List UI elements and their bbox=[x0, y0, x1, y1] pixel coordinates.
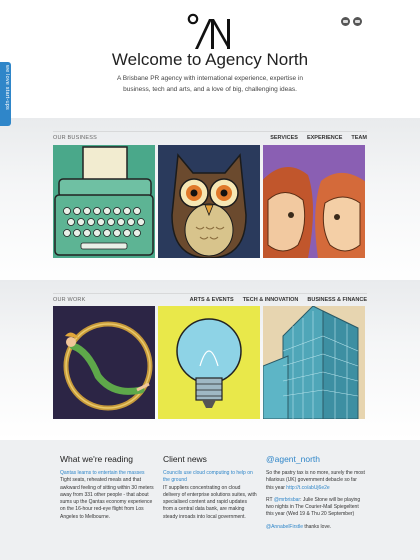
business-nav: SERVICES EXPERIENCE TEAM bbox=[270, 135, 367, 141]
tagline: A Brisbane PR agency with international … bbox=[116, 75, 304, 93]
nav-tech-innovation[interactable]: TECH & INNOVATION bbox=[243, 297, 299, 303]
site-header: Welcome to Agency North A Brisbane PR ag… bbox=[0, 0, 420, 120]
tweet: RT @mrbrisbar: Julie Stone will be playi… bbox=[266, 497, 366, 519]
nav-team[interactable]: TEAM bbox=[351, 135, 367, 141]
owl-tile[interactable] bbox=[158, 145, 260, 258]
nav-business-finance[interactable]: BUSINESS & FINANCE bbox=[307, 297, 367, 303]
section-label: OUR BUSINESS bbox=[53, 135, 97, 141]
tweet-mention[interactable]: @mrbrisbar bbox=[274, 497, 300, 503]
reading-heading: What we're reading bbox=[60, 454, 133, 464]
twitter-handle-heading[interactable]: @agent_north bbox=[266, 454, 366, 464]
buildings-tile[interactable] bbox=[263, 306, 365, 419]
reading-column: What we're reading Qantas learns to ente… bbox=[60, 454, 155, 521]
twitter-column: @agent_north So the pastry tax is no mor… bbox=[266, 454, 366, 531]
nav-services[interactable]: SERVICES bbox=[270, 135, 298, 141]
business-tiles bbox=[53, 145, 367, 258]
tweet-mention[interactable]: @AnnabelFirstle bbox=[266, 524, 303, 530]
lightbulb-tile[interactable] bbox=[158, 306, 260, 419]
linkedin-icon[interactable] bbox=[341, 17, 350, 26]
nav-arts-events[interactable]: ARTS & EVENTS bbox=[190, 297, 234, 303]
agency-north-logo[interactable] bbox=[185, 13, 235, 53]
our-work-section: OUR WORK ARTS & EVENTS TECH & INNOVATION… bbox=[0, 280, 420, 440]
work-tiles bbox=[53, 306, 367, 419]
section-header: OUR WORK ARTS & EVENTS TECH & INNOVATION… bbox=[53, 293, 367, 303]
news-column: Client news Councils use cloud computing… bbox=[163, 454, 258, 521]
social-links bbox=[341, 17, 362, 26]
tweet: So the pastry tax is no more, surely the… bbox=[266, 470, 366, 492]
news-article-text: IT suppliers concentrating on cloud deli… bbox=[163, 484, 257, 520]
news-heading: Client news bbox=[163, 454, 207, 464]
tweet-link[interactable]: http://t.co/abUj6e2e bbox=[286, 485, 329, 491]
start-ups-tab-label: we love start-ups bbox=[4, 65, 10, 110]
faces-tile[interactable] bbox=[263, 145, 365, 258]
twitter-icon[interactable] bbox=[353, 17, 362, 26]
typewriter-tile[interactable] bbox=[53, 145, 155, 258]
footer: What we're reading Qantas learns to ente… bbox=[0, 440, 420, 560]
reading-article-link[interactable]: Qantas learns to entertain the masses bbox=[60, 470, 145, 476]
reading-article-text: Tight seats, reheated meals and that awk… bbox=[60, 477, 154, 520]
tweet-text: thanks love. bbox=[303, 523, 332, 530]
section-label: OUR WORK bbox=[53, 297, 86, 303]
section-header: OUR BUSINESS SERVICES EXPERIENCE TEAM bbox=[53, 131, 367, 141]
tweet: @AnnabelFirstle thanks love. bbox=[266, 524, 366, 531]
retweet-prefix: RT bbox=[266, 496, 273, 503]
our-business-section: OUR BUSINESS SERVICES EXPERIENCE TEAM bbox=[0, 118, 420, 288]
news-article-link[interactable]: Councils use cloud computing to help on … bbox=[163, 470, 253, 483]
start-ups-tab[interactable]: we love start-ups bbox=[0, 62, 11, 126]
aerialist-tile[interactable] bbox=[53, 306, 155, 419]
page-title: Welcome to Agency North bbox=[111, 50, 309, 69]
work-nav: ARTS & EVENTS TECH & INNOVATION BUSINESS… bbox=[190, 297, 367, 303]
nav-experience[interactable]: EXPERIENCE bbox=[307, 135, 342, 141]
